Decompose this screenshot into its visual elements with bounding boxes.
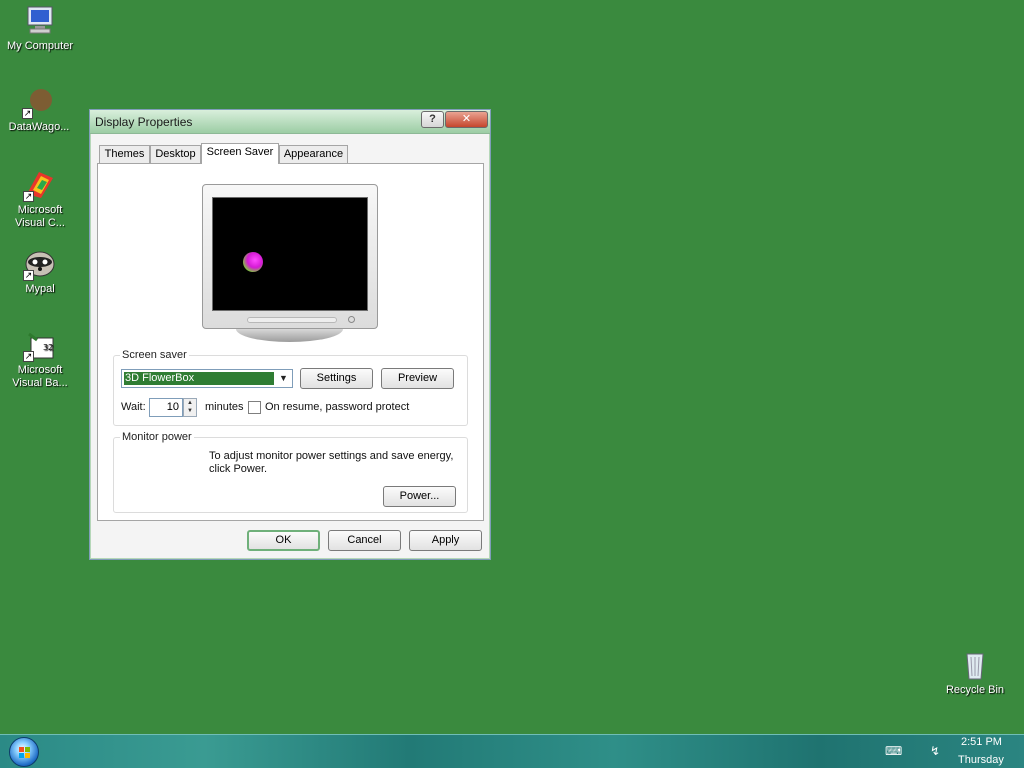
password-protect-checkbox[interactable] [248, 401, 261, 414]
minutes-label: minutes [205, 401, 244, 413]
desktop-icon-datawagon[interactable]: ↗ DataWago... [0, 85, 79, 134]
help-button[interactable]: ? [421, 111, 444, 128]
spinner-down-icon[interactable]: ▼ [184, 407, 196, 415]
wait-spinner[interactable]: ▲ ▼ [183, 398, 197, 417]
shortcut-arrow-icon: ↗ [23, 270, 34, 281]
tab-screen-saver[interactable]: Screen Saver [201, 143, 279, 164]
power-button[interactable]: Power... [383, 486, 456, 507]
chevron-down-icon[interactable]: ▼ [275, 370, 292, 387]
computer-icon [23, 4, 57, 38]
wait-label: Wait: [121, 401, 146, 413]
title-bar[interactable]: Display Properties ? ✕ [90, 110, 490, 134]
monitor-power-group: Monitor power To adjust monitor power se… [113, 431, 468, 513]
monitor-power-group-title: Monitor power [120, 431, 194, 443]
desktop-icon-label: My Computer [6, 40, 74, 52]
desktop-icon-label: DataWago... [8, 121, 70, 133]
display-properties-window: Display Properties ? ✕ Themes Desktop Sc… [89, 109, 491, 560]
window-title: Display Properties [95, 115, 193, 129]
desktop-icon-mypal[interactable]: ↗ Mypal [0, 247, 80, 296]
desktop-icon-visual-c[interactable]: ↗ Microsoft Visual C... [0, 168, 80, 230]
close-icon: ✕ [461, 113, 472, 125]
desktop-icon-label: Recycle Bin [945, 684, 1005, 696]
clock-day[interactable]: Thursday [958, 754, 1004, 766]
taskbar: ⌨ ↯ [0, 734, 1024, 768]
tab-themes[interactable]: Themes [99, 145, 150, 163]
screen-saver-group-title: Screen saver [120, 349, 189, 361]
monitor-preview [202, 184, 378, 329]
clock-time[interactable]: 2:51 PM [961, 736, 1002, 748]
windows-logo-icon [19, 747, 30, 758]
screen-saver-selected-value: 3D FlowerBox [124, 372, 274, 385]
visual-basic-icon: 32 ↗ [23, 328, 57, 362]
datawagon-icon: ↗ [22, 85, 56, 119]
cancel-button[interactable]: Cancel [328, 530, 401, 551]
password-protect-label[interactable]: On resume, password protect [265, 401, 409, 413]
shortcut-arrow-icon: ↗ [23, 351, 34, 362]
wait-minutes-input[interactable]: 10 [149, 398, 183, 417]
tab-appearance[interactable]: Appearance [279, 145, 348, 163]
preview-button[interactable]: Preview [381, 368, 454, 389]
settings-button[interactable]: Settings [300, 368, 373, 389]
recycle-bin-icon [958, 648, 992, 682]
close-button[interactable]: ✕ [445, 111, 488, 128]
svg-text:32: 32 [43, 343, 53, 352]
desktop-icon-recycle-bin[interactable]: Recycle Bin [935, 648, 1015, 697]
desktop-icon-label: Mypal [25, 283, 55, 295]
apply-button[interactable]: Apply [409, 530, 482, 551]
keyboard-icon[interactable]: ⌨ [885, 744, 902, 758]
desktop-icon-label: Microsoft Visual C... [15, 204, 65, 229]
monitor-stand [236, 329, 343, 342]
spinner-up-icon[interactable]: ▲ [184, 399, 196, 407]
desktop-icon-visual-basic[interactable]: 32 ↗ Microsoft Visual Ba... [0, 328, 80, 390]
monitor-power-led-icon [348, 316, 355, 323]
mypal-icon: ↗ [23, 247, 57, 281]
shortcut-arrow-icon: ↗ [23, 191, 34, 202]
desktop-icon-label: Microsoft Visual Ba... [12, 364, 68, 389]
monitor-power-description: To adjust monitor power settings and sav… [209, 450, 454, 475]
ok-button[interactable]: OK [247, 530, 320, 551]
tab-desktop[interactable]: Desktop [150, 145, 201, 163]
screen-saver-select[interactable]: 3D FlowerBox ▼ [121, 369, 293, 388]
help-icon: ? [429, 113, 436, 125]
shortcut-arrow-icon: ↗ [22, 108, 33, 119]
network-icon[interactable]: ↯ [927, 744, 943, 758]
flowerbox-preview-icon [243, 252, 263, 272]
screen-saver-group: Screen saver 3D FlowerBox ▼ Settings Pre… [113, 349, 468, 426]
start-button[interactable] [9, 737, 39, 767]
preview-screen [212, 197, 368, 311]
screen-saver-panel: Screen saver 3D FlowerBox ▼ Settings Pre… [97, 163, 484, 521]
monitor-slot [247, 317, 337, 323]
visual-c-icon: ↗ [23, 168, 57, 202]
desktop-icon-my-computer[interactable]: My Computer [0, 4, 80, 53]
